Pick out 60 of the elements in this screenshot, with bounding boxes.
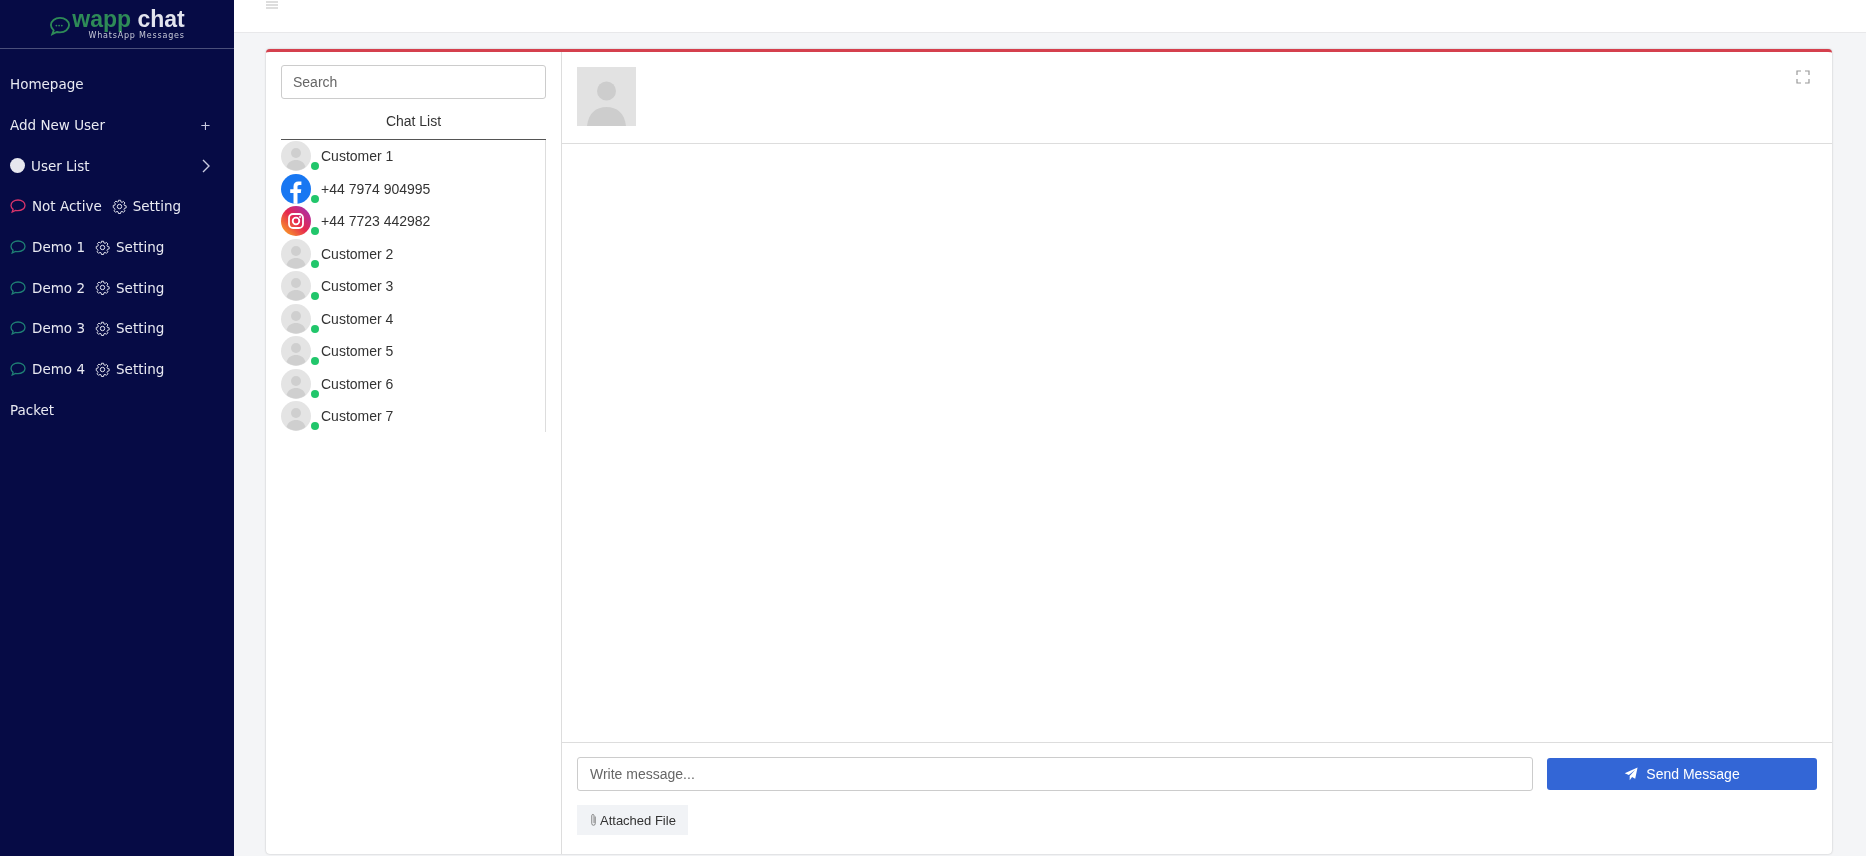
send-message-button[interactable]: Send Message [1547,758,1817,790]
setting-link[interactable]: Setting [132,186,182,227]
chat-item[interactable]: Customer 2 [281,237,545,270]
chat-name: +44 7974 904995 [321,180,431,197]
chat-item[interactable]: Customer 6 [281,367,545,400]
circle-icon [10,158,25,174]
nav-link[interactable]: Demo 4 [32,348,85,390]
logo-tagline: WhatsApp Messages [88,32,185,40]
nav-link[interactable]: Packet [10,389,224,431]
chat-name: +44 7723 442982 [321,213,431,230]
chat-item[interactable]: +44 7723 442982 [281,205,545,238]
camera-logo-icon [281,206,311,237]
paperclip-icon [590,813,597,827]
setting-link[interactable]: Setting [116,267,165,309]
nav-link[interactable]: User List [31,145,196,187]
message-field[interactable]: Write message... [577,757,1533,791]
avatar-icon [281,303,311,334]
settings-icon[interactable] [95,239,110,255]
chat-name: Customer 7 [321,408,394,425]
chat-name: Customer 6 [321,375,394,392]
settings-icon[interactable] [95,280,110,296]
nav-link[interactable]: Not Active [32,186,102,227]
avatar-icon [281,271,311,302]
chat-list-title: Chat List [281,99,546,140]
nav-link[interactable]: Demo 3 [32,308,85,349]
plus-icon[interactable]: + [200,117,211,133]
chat-name: Customer 2 [321,245,394,262]
settings-icon[interactable] [95,361,110,377]
avatar-icon [281,141,311,172]
avatar-icon [577,67,636,126]
f-logo-icon [281,173,311,204]
avatar-icon [281,336,311,367]
nav-link[interactable]: Demo 2 [32,267,85,309]
chat-item[interactable]: Customer 7 [281,400,545,432]
setting-link[interactable]: Setting [116,226,165,268]
settings-icon[interactable] [95,320,110,336]
send-icon [1624,767,1639,781]
chat-name: Customer 3 [321,278,394,295]
nav-link[interactable]: Add New User [10,104,105,146]
chat-item[interactable]: Customer 3 [281,270,545,303]
settings-icon[interactable] [111,198,127,214]
avatar-icon [281,238,311,269]
setting-link[interactable]: Setting [116,308,165,349]
avatar-icon [281,368,311,399]
logo-wordmark: wapp chat [72,8,185,31]
chat-item[interactable]: +44 7974 904995 [281,172,545,205]
chat-item[interactable]: Customer 1 [281,140,545,173]
chat-item[interactable]: Customer 5 [281,335,545,368]
search-field[interactable]: Search [281,65,546,99]
chat-name: Customer 4 [321,310,394,327]
chat-bubble-icon [49,16,72,36]
chat-name: Customer 1 [321,148,394,165]
chevron-right-icon[interactable] [202,158,210,173]
setting-link[interactable]: Setting [116,348,165,390]
nav-link[interactable]: Homepage [10,64,224,105]
chat-item[interactable]: Customer 4 [281,302,545,335]
attach-file-button[interactable]: Attached File [577,805,688,835]
nav-link[interactable]: Demo 1 [32,226,85,268]
avatar-icon [281,401,311,432]
chat-name: Customer 5 [321,343,394,360]
